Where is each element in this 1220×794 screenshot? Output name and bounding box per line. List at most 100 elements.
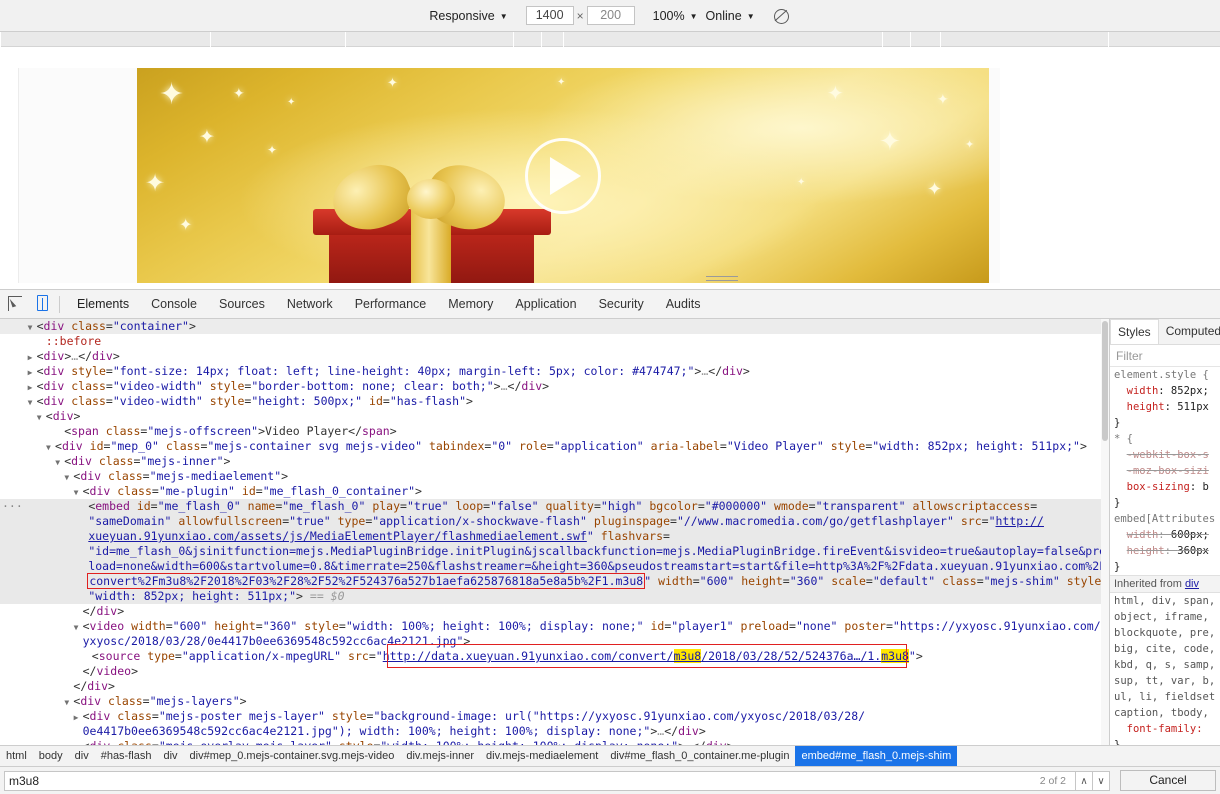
chevron-down-icon: ▼ (689, 11, 698, 21)
dom-tree-line[interactable]: ▼ <div class="container"> (0, 319, 1101, 334)
dom-tree-line[interactable]: <source type="application/x-mpegURL" src… (0, 649, 1101, 664)
breadcrumb-item[interactable]: div#me_flash_0_container.me-plugin (604, 746, 795, 766)
expand-arrow-icon[interactable]: ▼ (28, 395, 37, 410)
breadcrumb-item[interactable]: div (157, 746, 183, 766)
expand-arrow-icon[interactable]: ▼ (74, 485, 83, 500)
viewport-resize-handle[interactable] (706, 276, 738, 281)
style-rule-selector: * { (1114, 433, 1133, 445)
device-selector[interactable]: Responsive ▼ (429, 9, 507, 23)
dom-tree-line[interactable]: ▶ <div class="mejs-poster mejs-layer" sty… (0, 709, 1101, 724)
search-query-value: m3u8 (9, 773, 40, 788)
dom-breadcrumb[interactable]: html body div #has-flash div div#mep_0.mejs-c… (0, 745, 1220, 766)
toggle-device-toolbar-icon[interactable] (28, 290, 56, 318)
tab-security[interactable]: Security (588, 290, 655, 318)
dom-tree-line-embed[interactable]: ··· <embed id="me_flash_0" name="me_flash… (0, 499, 1101, 514)
dom-tree-line-embed[interactable]: convert%2Fm3u8%2F2018%2F03%2F28%2F52%2F5… (0, 573, 1101, 589)
dom-tree-line[interactable]: </video> (0, 664, 1101, 679)
breadcrumb-item[interactable]: html (0, 746, 33, 766)
dom-tree-line-embed[interactable]: "width: 852px; height: 511px;"> == $0 (0, 589, 1101, 604)
style-declaration: height: 511px (1126, 401, 1209, 413)
device-width-input[interactable]: 1400 (525, 6, 574, 25)
tab-computed[interactable]: Computed (1159, 319, 1220, 344)
devtools-body: ▼ <div class="container"> ::before ▶ <div>…… (0, 319, 1220, 745)
play-button-icon[interactable] (525, 137, 601, 214)
styles-rules-list[interactable]: element.style { width: 852px; height: 51… (1110, 367, 1220, 745)
styles-filter-input[interactable]: Filter (1110, 345, 1220, 367)
page-content-area: ✦ ✦ ✦ ✦ ✦ ✦ ✦ ✦ ✦ ✦ ✦ ✦ ✦ ✦ ✦ (18, 68, 1000, 283)
styles-sidebar[interactable]: Styles Computed Filter element.style { w… (1110, 319, 1220, 745)
breadcrumb-item[interactable]: embed#me_flash_0.mejs-shim (795, 746, 958, 766)
dom-tree-line[interactable]: ▶ <div style="font-size: 14px; float: lef… (0, 364, 1101, 379)
search-next-button[interactable]: ∨ (1093, 770, 1110, 791)
dom-tree-line[interactable]: ▼ <video width="600" height="360" style="… (0, 619, 1101, 634)
dom-tree-line[interactable]: ▼ <div> (0, 409, 1101, 424)
dom-tree-line-embed[interactable]: xueyuan.91yunxiao.com/assets/js/MediaEle… (0, 529, 1101, 544)
dom-tree-line[interactable]: ▼ <div class="video-width" style="height:… (0, 394, 1101, 409)
expand-arrow-icon[interactable]: ▶ (28, 380, 37, 395)
breadcrumb-item[interactable]: div.mejs-mediaelement (480, 746, 604, 766)
tab-performance[interactable]: Performance (344, 290, 438, 318)
no-throttling-icon[interactable] (771, 6, 791, 26)
dom-tree-line[interactable]: ▼ <div class="mejs-layers"> (0, 694, 1101, 709)
expand-arrow-icon[interactable]: ▶ (28, 350, 37, 365)
devtools-panel: Elements Console Sources Network Perform… (0, 289, 1220, 794)
dom-tree-line[interactable]: ::before (0, 334, 1101, 349)
expand-arrow-icon[interactable]: ▼ (46, 440, 55, 455)
dom-tree-line[interactable]: ▼ <div class="mejs-inner"> (0, 454, 1101, 469)
expand-arrow-icon[interactable]: ▼ (37, 410, 46, 425)
breadcrumb-item[interactable]: div.mejs-inner (400, 746, 480, 766)
dom-tree-line-embed[interactable]: load=none&width=600&startvolume=0.8&time… (0, 559, 1101, 574)
tab-memory[interactable]: Memory (437, 290, 504, 318)
inherited-selector-line: ul, li, fieldset (1114, 691, 1216, 703)
style-declaration: width: 600px; (1126, 529, 1209, 541)
expand-arrow-icon[interactable]: ▼ (28, 320, 37, 335)
style-rule-close: } (1114, 739, 1121, 745)
dom-tree-line[interactable]: </div> (0, 604, 1101, 619)
dom-tree-line[interactable]: yxyosc/2018/03/28/0e4417b0ee6369548c592c… (0, 634, 1101, 649)
dom-tree-line-embed[interactable]: "sameDomain" allowfullscreen="true" type… (0, 514, 1101, 529)
tab-sources[interactable]: Sources (208, 290, 276, 318)
tab-network[interactable]: Network (276, 290, 344, 318)
network-throttle-selector[interactable]: Online ▼ (706, 9, 755, 23)
tab-styles[interactable]: Styles (1110, 319, 1159, 344)
tab-application[interactable]: Application (504, 290, 587, 318)
dom-tree-line[interactable]: 0e4417b0ee6369548c592cc6ac4e2121.jpg"); … (0, 724, 1101, 739)
dom-tree-line[interactable]: ▼ <div class="mejs-mediaelement"> (0, 469, 1101, 484)
dom-tree-line[interactable]: ▶<div class="mejs-overlay mejs-layer" st… (0, 739, 1101, 745)
dom-tree-line[interactable]: ▼ <div id="mep_0" class="mejs-container s… (0, 439, 1101, 454)
dom-tree-line[interactable]: ▶ <div class="video-width" style="border-… (0, 379, 1101, 394)
dom-tree-line[interactable]: ▶ <div>…</div> (0, 349, 1101, 364)
dom-tree-line-embed[interactable]: "id=me_flash_0&jsinitfunction=mejs.Media… (0, 544, 1101, 559)
dom-tree-line[interactable]: ▼ <div class="me-plugin" id="me_flash_0_c… (0, 484, 1101, 499)
zoom-selector[interactable]: 100% ▼ (653, 9, 698, 23)
style-rule-close: } (1114, 417, 1121, 429)
breadcrumb-item[interactable]: div (69, 746, 95, 766)
dom-scrollbar[interactable] (1101, 319, 1109, 745)
dom-tree-line[interactable]: <span class="mejs-offscreen">Video Playe… (0, 424, 1101, 439)
tab-elements[interactable]: Elements (66, 290, 140, 318)
elements-dom-tree[interactable]: ▼ <div class="container"> ::before ▶ <div>…… (0, 319, 1110, 745)
inspect-element-icon[interactable] (0, 290, 28, 318)
expand-arrow-icon[interactable]: ▶ (28, 365, 37, 380)
video-player-poster[interactable]: ✦ ✦ ✦ ✦ ✦ ✦ ✦ ✦ ✦ ✦ ✦ ✦ ✦ ✦ ✦ (137, 68, 989, 283)
device-height-input[interactable]: 200 (586, 6, 635, 25)
chevron-down-icon: ▼ (746, 11, 755, 21)
breadcrumb-item[interactable]: body (33, 746, 69, 766)
dom-tree-scroll[interactable]: ▼ <div class="container"> ::before ▶ <div>…… (0, 319, 1101, 745)
expand-arrow-icon[interactable]: ▶ (74, 710, 83, 725)
breadcrumb-item[interactable]: div#mep_0.mejs-container.svg.mejs-video (184, 746, 401, 766)
tab-console[interactable]: Console (140, 290, 208, 318)
device-name-label: Responsive (429, 8, 495, 23)
tab-audits[interactable]: Audits (655, 290, 712, 318)
dom-tree-line[interactable]: </div> (0, 679, 1101, 694)
zoom-level-label: 100% (652, 8, 685, 23)
expand-arrow-icon[interactable]: ▼ (74, 620, 83, 635)
breadcrumb-item[interactable]: #has-flash (95, 746, 158, 766)
search-prev-button[interactable]: ∧ (1076, 770, 1093, 791)
expand-arrow-icon[interactable]: ▶ (74, 740, 83, 745)
expand-arrow-icon[interactable]: ▼ (55, 455, 64, 470)
inherited-declaration: font-family: (1126, 723, 1203, 735)
search-cancel-button[interactable]: Cancel (1120, 770, 1216, 791)
toolbar-divider (59, 295, 60, 313)
search-input[interactable]: m3u8 2 of 2 (4, 770, 1076, 791)
